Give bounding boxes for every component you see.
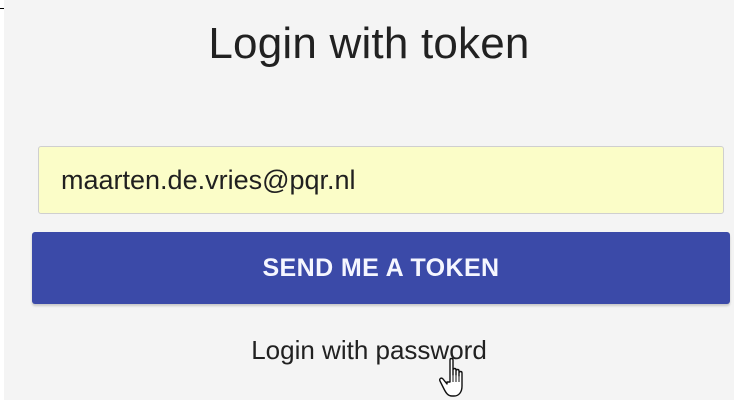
email-field[interactable]: [38, 146, 724, 214]
login-panel: Login with token SEND ME A TOKEN Login w…: [4, 0, 734, 400]
page-title: Login with token: [208, 19, 530, 68]
login-screen: Login with token SEND ME A TOKEN Login w…: [0, 0, 734, 400]
send-token-button[interactable]: SEND ME A TOKEN: [32, 232, 730, 304]
login-with-password-link[interactable]: Login with password: [4, 330, 734, 370]
